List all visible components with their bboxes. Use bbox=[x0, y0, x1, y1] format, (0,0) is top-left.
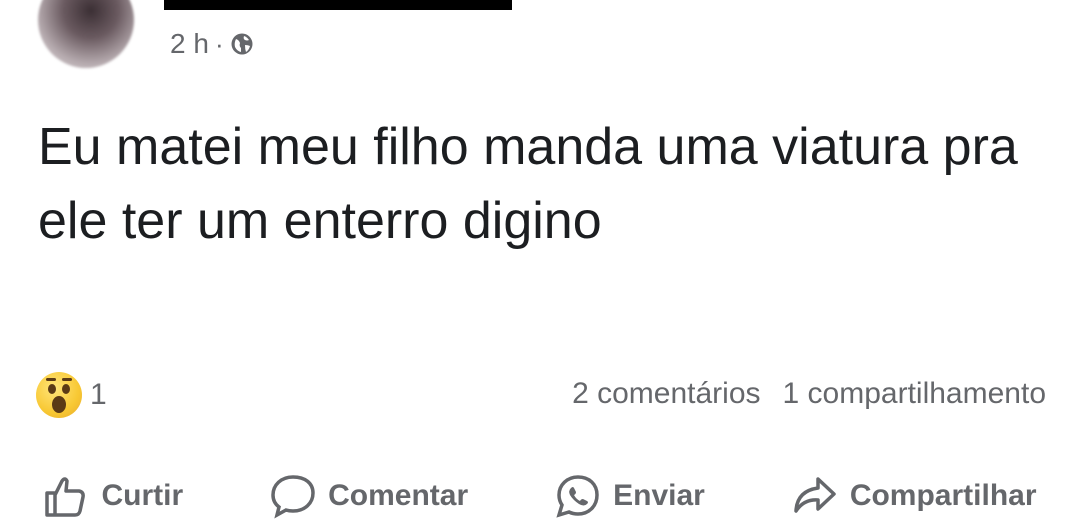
thumbs-up-icon bbox=[45, 477, 86, 517]
like-label: Curtir bbox=[101, 479, 184, 512]
comments-count-link[interactable]: 2 comentários bbox=[572, 377, 760, 411]
send-label: Enviar bbox=[613, 479, 705, 512]
comment-bubble-icon bbox=[271, 475, 315, 519]
like-button[interactable]: Curtir bbox=[43, 473, 183, 519]
send-button[interactable]: Enviar bbox=[555, 473, 705, 519]
post-time[interactable]: 2 h bbox=[170, 28, 209, 60]
share-arrow-icon bbox=[794, 477, 836, 513]
comment-button[interactable]: Comentar bbox=[270, 473, 468, 519]
reaction-count: 1 bbox=[90, 378, 107, 411]
post-text: Eu matei meu filho manda uma viatura pra… bbox=[38, 118, 1018, 250]
post-action-bar: Curtir Comentar Enviar Compartilhar bbox=[0, 466, 1080, 526]
post-meta: 2 h · bbox=[170, 28, 254, 60]
whatsapp-icon bbox=[556, 475, 599, 518]
author-name-redacted[interactable] bbox=[164, 0, 512, 10]
reaction-summary[interactable]: 1 bbox=[36, 372, 107, 418]
shares-count-link[interactable]: 1 compartilhamento bbox=[783, 377, 1046, 411]
comment-label: Comentar bbox=[328, 479, 469, 512]
share-label: Compartilhar bbox=[849, 479, 1037, 512]
wow-reaction-icon bbox=[36, 372, 82, 418]
avatar[interactable] bbox=[38, 0, 134, 68]
globe-icon[interactable] bbox=[230, 32, 254, 56]
share-button[interactable]: Compartilhar bbox=[792, 473, 1037, 519]
engagement-counts: 2 comentários 1 compartilhamento bbox=[572, 377, 1046, 411]
meta-separator: · bbox=[214, 28, 224, 59]
